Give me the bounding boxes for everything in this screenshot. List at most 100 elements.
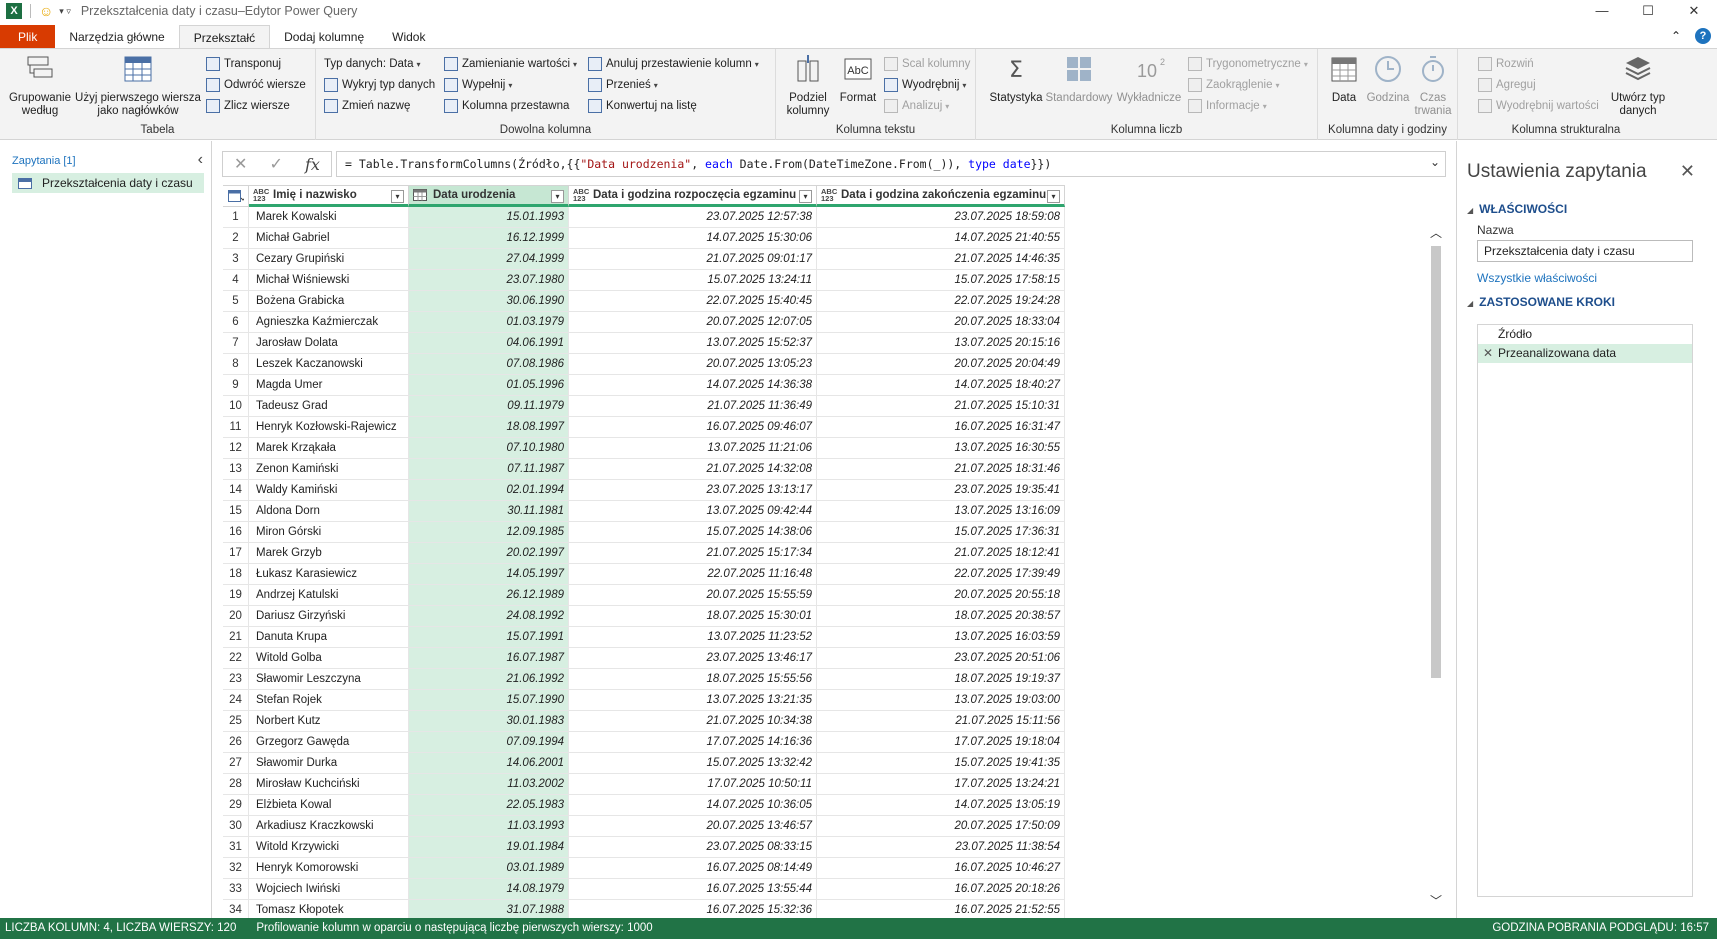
cell-birthdate[interactable]: 18.08.1997 <box>409 417 569 438</box>
cell-birthdate[interactable]: 27.04.1999 <box>409 249 569 270</box>
cell-exam-start[interactable]: 20.07.2025 12:07:05 <box>569 312 817 333</box>
cell-exam-end[interactable]: 23.07.2025 20:51:06 <box>817 648 1065 669</box>
cell-birthdate[interactable]: 16.12.1999 <box>409 228 569 249</box>
count-rows-button[interactable]: Zlicz wiersze <box>206 97 290 115</box>
cell-birthdate[interactable]: 03.01.1989 <box>409 858 569 879</box>
row-number[interactable]: 32 <box>223 858 249 879</box>
table-row[interactable]: 7 Jarosław Dolata 04.06.1991 13.07.2025 15:… <box>223 333 1065 354</box>
cell-exam-end[interactable]: 14.07.2025 21:40:55 <box>817 228 1065 249</box>
cell-name[interactable]: Henryk Kozłowski-Rajewicz <box>249 417 409 438</box>
table-row[interactable]: 30 Arkadiusz Kraczkowski 11.03.1993 20.07.2… <box>223 816 1065 837</box>
cell-birthdate[interactable]: 14.05.1997 <box>409 564 569 585</box>
table-row[interactable]: 21 Danuta Krupa 15.07.1991 13.07.2025 11:23… <box>223 627 1065 648</box>
table-row[interactable]: 13 Zenon Kamiński 07.11.1987 21.07.2025 14:… <box>223 459 1065 480</box>
filter-dropdown-icon[interactable]: ▾ <box>551 190 564 203</box>
reverse-rows-button[interactable]: Odwróć wiersze <box>206 76 306 94</box>
all-properties-link[interactable]: Wszystkie właściwości <box>1477 271 1597 285</box>
extract-button[interactable]: Wyodrębnij ▾ <box>884 76 966 94</box>
delete-step-icon[interactable]: ✕ <box>1483 344 1493 363</box>
row-number[interactable]: 7 <box>223 333 249 354</box>
cell-exam-end[interactable]: 16.07.2025 16:31:47 <box>817 417 1065 438</box>
cell-name[interactable]: Witold Golba <box>249 648 409 669</box>
cell-exam-start[interactable]: 20.07.2025 13:46:57 <box>569 816 817 837</box>
detect-data-type-button[interactable]: Wykryj typ danych <box>324 76 435 94</box>
table-row[interactable]: 17 Marek Grzyb 20.02.1997 21.07.2025 15:17:… <box>223 543 1065 564</box>
cell-birthdate[interactable]: 07.09.1994 <box>409 732 569 753</box>
row-number[interactable]: 30 <box>223 816 249 837</box>
row-number[interactable]: 19 <box>223 585 249 606</box>
table-row[interactable]: 24 Stefan Rojek 15.07.1990 13.07.2025 13:21… <box>223 690 1065 711</box>
row-number[interactable]: 4 <box>223 270 249 291</box>
row-number[interactable]: 10 <box>223 396 249 417</box>
cell-exam-start[interactable]: 22.07.2025 15:40:45 <box>569 291 817 312</box>
query-item[interactable]: Przekształcenia daty i czasu <box>12 173 204 193</box>
row-number[interactable]: 22 <box>223 648 249 669</box>
cell-exam-start[interactable]: 13.07.2025 11:21:06 <box>569 438 817 459</box>
cell-name[interactable]: Elżbieta Kowal <box>249 795 409 816</box>
row-number[interactable]: 18 <box>223 564 249 585</box>
table-row[interactable]: 16 Miron Górski 12.09.1985 15.07.2025 14:38… <box>223 522 1065 543</box>
parse-button[interactable]: Analizuj ▾ <box>884 97 949 115</box>
cell-exam-end[interactable]: 23.07.2025 18:59:08 <box>817 207 1065 228</box>
filter-dropdown-icon[interactable]: ▾ <box>1047 190 1060 203</box>
column-header-exam-end[interactable]: ABC 123 Data i godzina zakończenia egzami… <box>817 185 1065 207</box>
table-row[interactable]: 11 Henryk Kozłowski-Rajewicz 18.08.1997 16.… <box>223 417 1065 438</box>
table-row[interactable]: 6 Agnieszka Kaźmierczak 01.03.1979 20.07.20… <box>223 312 1065 333</box>
cancel-formula-button[interactable]: ✕ <box>234 154 247 174</box>
cell-birthdate[interactable]: 30.01.1983 <box>409 711 569 732</box>
collapse-queries-icon[interactable]: ‹ <box>198 151 203 169</box>
row-number[interactable]: 14 <box>223 480 249 501</box>
applied-steps-header[interactable]: ◢ ZASTOSOWANE KROKI <box>1467 295 1615 309</box>
cell-exam-start[interactable]: 16.07.2025 08:14:49 <box>569 858 817 879</box>
row-number[interactable]: 29 <box>223 795 249 816</box>
cell-birthdate[interactable]: 20.02.1997 <box>409 543 569 564</box>
table-row[interactable]: 8 Leszek Kaczanowski 07.08.1986 20.07.2025 … <box>223 354 1065 375</box>
cell-birthdate[interactable]: 21.06.1992 <box>409 669 569 690</box>
fill-button[interactable]: Wypełnij ▾ <box>444 76 512 94</box>
cell-name[interactable]: Henryk Komorowski <box>249 858 409 879</box>
unpivot-columns-button[interactable]: Anuluj przestawienie kolumn ▾ <box>588 55 759 73</box>
cell-exam-start[interactable]: 20.07.2025 15:55:59 <box>569 585 817 606</box>
cell-exam-start[interactable]: 15.07.2025 13:24:11 <box>569 270 817 291</box>
cell-name[interactable]: Marek Kowalski <box>249 207 409 228</box>
table-row[interactable]: 31 Witold Krzywicki 19.01.1984 23.07.2025 0… <box>223 837 1065 858</box>
tab-home[interactable]: Narzędzia główne <box>55 25 178 49</box>
cell-exam-start[interactable]: 14.07.2025 10:36:05 <box>569 795 817 816</box>
cell-birthdate[interactable]: 31.07.1988 <box>409 900 569 918</box>
table-row[interactable]: 12 Marek Krząkała 07.10.1980 13.07.2025 11:… <box>223 438 1065 459</box>
cell-exam-end[interactable]: 20.07.2025 20:04:49 <box>817 354 1065 375</box>
cell-exam-start[interactable]: 23.07.2025 12:57:38 <box>569 207 817 228</box>
cell-birthdate[interactable]: 07.08.1986 <box>409 354 569 375</box>
replace-values-button[interactable]: Zamienianie wartości ▾ <box>444 55 577 73</box>
cell-birthdate[interactable]: 12.09.1985 <box>409 522 569 543</box>
cell-name[interactable]: Michał Wiśniewski <box>249 270 409 291</box>
merge-columns-button[interactable]: Scal kolumny <box>884 55 970 73</box>
row-number[interactable]: 17 <box>223 543 249 564</box>
cell-birthdate[interactable]: 02.01.1994 <box>409 480 569 501</box>
cell-name[interactable]: Michał Gabriel <box>249 228 409 249</box>
expand-formula-icon[interactable]: ⌄ <box>1430 155 1440 169</box>
formula-input[interactable]: = Table.TransformColumns(Źródło,{{"Data … <box>336 151 1446 177</box>
table-row[interactable]: 15 Aldona Dorn 30.11.1981 13.07.2025 09:42:… <box>223 501 1065 522</box>
cell-exam-start[interactable]: 23.07.2025 08:33:15 <box>569 837 817 858</box>
cell-name[interactable]: Wojciech Iwiński <box>249 879 409 900</box>
row-number[interactable]: 34 <box>223 900 249 918</box>
format-button[interactable]: AbC Format <box>838 53 878 105</box>
column-header-exam-start[interactable]: ABC 123 Data i godzina rozpoczęcia egzami… <box>569 185 817 207</box>
extract-values-button[interactable]: Wyodrębnij wartości <box>1478 97 1599 115</box>
cell-birthdate[interactable]: 14.06.2001 <box>409 753 569 774</box>
cell-birthdate[interactable]: 07.11.1987 <box>409 459 569 480</box>
cell-birthdate[interactable]: 07.10.1980 <box>409 438 569 459</box>
cell-exam-end[interactable]: 20.07.2025 18:33:04 <box>817 312 1065 333</box>
table-menu-button[interactable] <box>223 185 249 207</box>
rename-button[interactable]: Zmień nazwę <box>324 97 410 115</box>
cell-birthdate[interactable]: 11.03.2002 <box>409 774 569 795</box>
expand-button[interactable]: Rozwiń <box>1478 55 1534 73</box>
tab-transform[interactable]: Przekształć <box>178 25 271 49</box>
transpose-button[interactable]: Transponuj <box>206 55 281 73</box>
cell-name[interactable]: Andrzej Katulski <box>249 585 409 606</box>
cell-exam-end[interactable]: 13.07.2025 16:30:55 <box>817 438 1065 459</box>
time-button[interactable]: Godzina <box>1366 53 1410 105</box>
close-icon[interactable]: ✕ <box>1680 161 1695 182</box>
split-column-button[interactable]: Podziel kolumny <box>782 53 834 118</box>
